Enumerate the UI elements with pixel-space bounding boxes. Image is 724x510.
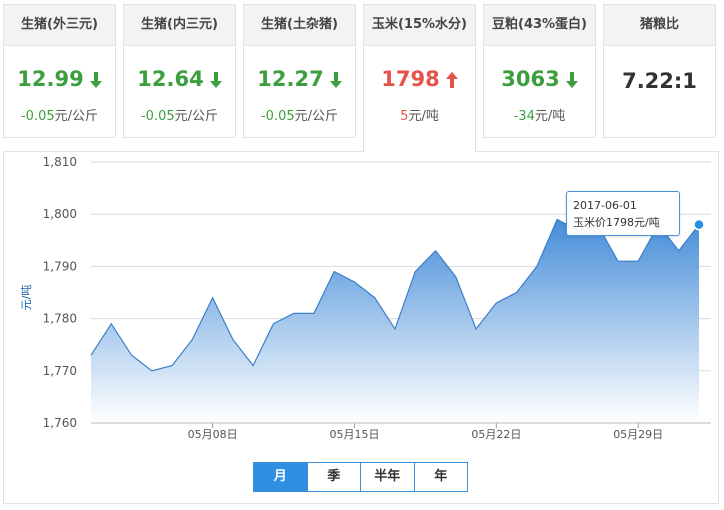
card-change-value: -34 — [513, 109, 535, 124]
data-point — [271, 322, 275, 326]
y-tick-label: 1,780 — [43, 312, 77, 326]
period-button[interactable]: 半年 — [361, 463, 415, 491]
highlight-point — [693, 218, 705, 231]
card-value-number: 12.64 — [137, 67, 204, 91]
tooltip-text: 玉米价1798元/吨 — [573, 216, 660, 229]
card-change-unit: 元/吨 — [408, 109, 439, 124]
card-title: 生猪(外三元) — [4, 5, 115, 46]
y-tick-label: 1,810 — [43, 155, 77, 169]
card-change: -0.05元/公斤 — [124, 105, 235, 124]
data-point — [170, 364, 174, 368]
data-point — [413, 270, 417, 274]
card-value-number: 12.27 — [257, 67, 324, 91]
y-tick-label: 1,800 — [43, 207, 77, 221]
data-point — [332, 270, 336, 274]
card-value: 7.22:1 — [604, 69, 715, 93]
data-point — [454, 275, 458, 279]
card-change-unit: 元/公斤 — [54, 109, 99, 124]
price-card[interactable]: 玉米(15%水分) 1798 5元/吨 — [363, 4, 476, 152]
card-title: 玉米(15%水分) — [364, 5, 475, 46]
x-tick-label: 05月29日 — [613, 428, 663, 441]
period-button[interactable]: 季 — [308, 463, 361, 491]
data-point — [150, 369, 154, 373]
data-point — [393, 327, 397, 331]
x-tick-label: 05月08日 — [188, 428, 238, 441]
data-point — [474, 327, 478, 331]
price-card[interactable]: 生猪(外三元) 12.99 -0.05元/公斤 — [3, 4, 116, 138]
data-point — [616, 259, 620, 263]
price-chart: 1,760 1,770 1,780 1,790 1,800 1,810 元/吨 05月08日 0… — [3, 151, 719, 504]
data-point — [677, 249, 681, 253]
data-point — [231, 337, 235, 341]
card-title: 猪粮比 — [604, 5, 715, 46]
card-value: 1798 — [364, 67, 475, 91]
data-point — [312, 311, 316, 315]
data-point — [535, 264, 539, 268]
y-tick-label: 1,790 — [43, 259, 77, 273]
card-value-number: 7.22:1 — [622, 69, 697, 93]
card-title: 豆粕(43%蛋白) — [484, 5, 595, 46]
card-change: 5元/吨 — [364, 105, 475, 124]
period-selector: 月季半年年 — [253, 462, 468, 492]
card-change-value: -0.05 — [20, 109, 55, 124]
x-tick-label: 05月15日 — [329, 428, 379, 441]
card-title: 生猪(土杂猪) — [244, 5, 355, 46]
price-card[interactable]: 生猪(土杂猪) 12.27 -0.05元/公斤 — [243, 4, 356, 138]
data-point — [89, 353, 93, 357]
y-tick-label: 1,770 — [43, 364, 77, 378]
arrow-down-icon — [329, 72, 342, 88]
data-point — [251, 364, 255, 368]
data-point — [555, 217, 559, 221]
data-point — [434, 249, 438, 253]
card-value: 12.64 — [124, 67, 235, 91]
series-area — [91, 219, 699, 423]
price-card[interactable]: 生猪(内三元) 12.64 -0.05元/公斤 — [123, 4, 236, 138]
data-point — [190, 337, 194, 341]
data-point — [130, 353, 134, 357]
card-value-number: 1798 — [381, 67, 440, 91]
card-change-unit: 元/吨 — [534, 109, 566, 124]
price-card[interactable]: 猪粮比 7.22:1 — [603, 4, 716, 138]
price-card[interactable]: 豆粕(43%蛋白) 3063 -34元/吨 — [483, 4, 596, 138]
data-point — [636, 259, 640, 263]
tooltip-date: 2017-06-01 — [573, 199, 637, 212]
card-value: 3063 — [484, 67, 595, 91]
card-change: -34元/吨 — [484, 105, 595, 124]
card-value-number: 3063 — [501, 67, 560, 91]
x-tick-label: 05月22日 — [471, 428, 521, 441]
card-change-unit: 元/公斤 — [174, 109, 219, 124]
card-value: 12.27 — [244, 67, 355, 91]
period-button[interactable]: 月 — [254, 463, 308, 491]
period-button[interactable]: 年 — [415, 463, 468, 491]
arrow-down-icon — [89, 72, 102, 88]
data-point — [494, 301, 498, 305]
data-point — [373, 296, 377, 300]
price-cards: 生猪(外三元) 12.99 -0.05元/公斤 生猪(内三元) 12.64 -0.05元/… — [0, 0, 724, 152]
data-point — [352, 280, 356, 284]
arrow-up-icon — [445, 72, 458, 88]
y-tick-label: 1,760 — [43, 416, 77, 430]
y-axis-label: 元/吨 — [20, 285, 33, 311]
data-point — [211, 296, 215, 300]
card-change-value: -0.05 — [260, 109, 295, 124]
card-value: 12.99 — [4, 67, 115, 91]
data-point — [109, 322, 113, 326]
chart-tooltip: 2017-06-01 玉米价1798元/吨 — [566, 191, 680, 236]
card-change-value: -0.05 — [140, 109, 175, 124]
card-change-unit: 元/公斤 — [294, 109, 339, 124]
card-value-number: 12.99 — [17, 67, 84, 91]
card-title: 生猪(内三元) — [124, 5, 235, 46]
data-point — [292, 311, 296, 315]
card-change: -0.05元/公斤 — [4, 105, 115, 124]
arrow-down-icon — [565, 72, 578, 88]
arrow-down-icon — [209, 72, 222, 88]
data-point — [515, 291, 519, 295]
card-change: -0.05元/公斤 — [244, 105, 355, 124]
